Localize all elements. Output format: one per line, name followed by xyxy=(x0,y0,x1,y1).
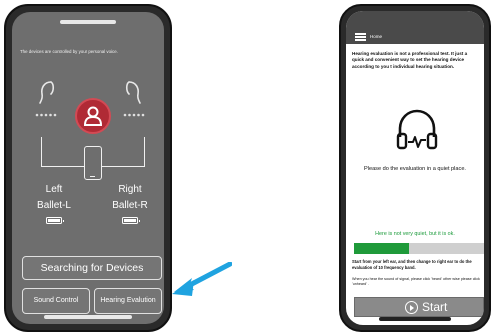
pointer-arrow-icon xyxy=(172,262,232,296)
right-hearing-aid-icon xyxy=(123,81,145,117)
right-battery-icon xyxy=(122,217,140,224)
menu-icon[interactable] xyxy=(355,33,366,41)
play-circle-icon xyxy=(405,301,418,314)
app-header: Home xyxy=(346,11,484,44)
header-title: Home xyxy=(370,34,383,39)
left-side-label: Left xyxy=(45,184,63,195)
left-model-label: Ballet-L xyxy=(37,200,71,211)
noise-level-fill xyxy=(354,243,409,254)
device-control-screen: The devices are controlled by your perso… xyxy=(12,12,164,324)
evaluation-steps-text: Start from your left ear, and then chang… xyxy=(352,259,472,270)
phone-device-control: The devices are controlled by your perso… xyxy=(4,4,172,332)
left-hearing-aid-icon xyxy=(35,81,57,117)
speaker-notch xyxy=(60,20,116,24)
right-model-label: Ballet-R xyxy=(112,200,148,211)
noise-level-bar xyxy=(354,243,484,254)
hearing-evaluation-screen: Home Hearing evaluation is not a profess… xyxy=(346,11,484,325)
sound-control-button[interactable]: Sound Control xyxy=(22,288,90,314)
home-indicator xyxy=(44,315,132,319)
disclaimer-text: Hearing evaluation is not a professional… xyxy=(352,51,468,69)
voice-control-note: The devices are controlled by your perso… xyxy=(20,49,118,54)
phone-hearing-evaluation: Home Hearing evaluation is not a profess… xyxy=(339,4,491,332)
right-side-label: Right xyxy=(118,184,142,195)
smartphone-icon xyxy=(84,146,102,180)
user-icon xyxy=(84,106,102,126)
home-indicator xyxy=(379,317,451,321)
noise-status-text: Here is not very quiet, but it is ok. xyxy=(375,231,455,237)
start-button[interactable]: Start xyxy=(354,297,484,317)
headphones-icon xyxy=(396,109,438,150)
start-label: Start xyxy=(422,300,448,314)
left-battery-icon xyxy=(46,217,64,224)
hearing-evaluation-button[interactable]: Hearing Evalution xyxy=(94,288,162,314)
quiet-place-instruction: Please do the evaluation in a quiet plac… xyxy=(363,166,466,172)
user-avatar[interactable] xyxy=(75,98,111,134)
signal-instruction-text: When you hear the sound of signal, pleas… xyxy=(352,277,480,286)
search-devices-button[interactable]: Searching for Devices xyxy=(22,256,162,280)
